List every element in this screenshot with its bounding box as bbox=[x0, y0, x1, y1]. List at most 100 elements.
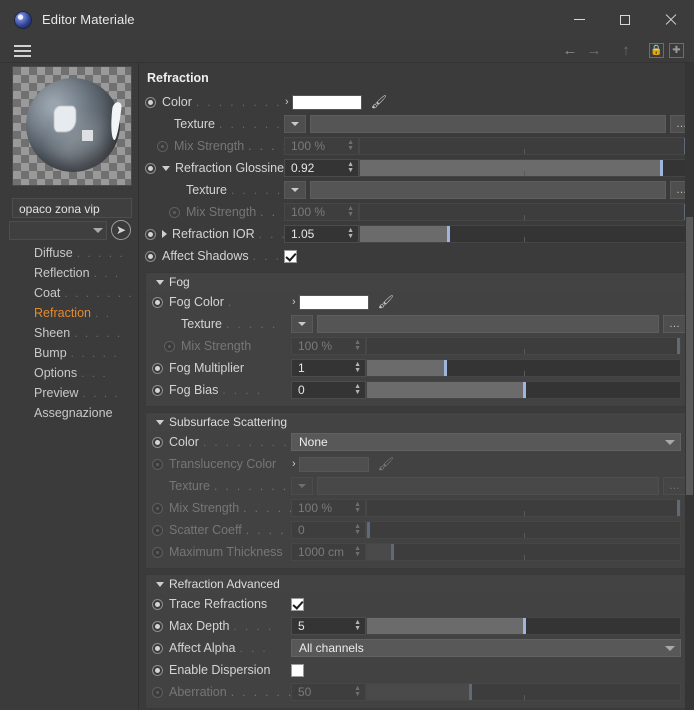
eyedropper-icon[interactable]: 🖌 bbox=[371, 94, 388, 110]
glossiness-mix-strength-slider[interactable] bbox=[359, 203, 688, 221]
refraction-ior-stepper[interactable]: ▲ ▼ bbox=[347, 227, 356, 240]
sidebar-item-sheen[interactable]: Sheen. . . . . bbox=[0, 323, 139, 343]
aberration-slider-handle[interactable] bbox=[469, 684, 473, 700]
chevron-down-icon[interactable] bbox=[162, 165, 170, 171]
group-header-refraction-advanced[interactable]: Refraction Advanced bbox=[146, 575, 687, 593]
toggle-sss-color-radio[interactable] bbox=[152, 436, 163, 448]
vertical-scrollbar[interactable] bbox=[685, 63, 694, 710]
translucency-color-swatch[interactable] bbox=[298, 456, 369, 472]
sss-mix-strength-stepper[interactable]: ▲ ▼ bbox=[354, 501, 363, 514]
max-depth-value-input[interactable]: 5 ▲ ▼ bbox=[291, 617, 366, 635]
max-depth-slider[interactable] bbox=[366, 617, 681, 635]
trace-refractions-checkbox[interactable] bbox=[291, 597, 304, 611]
sidebar-item-preview[interactable]: Preview. . . . bbox=[0, 383, 139, 403]
chevron-right-icon[interactable] bbox=[162, 230, 167, 238]
group-header-subsurface-scattering[interactable]: Subsurface Scattering bbox=[146, 413, 687, 431]
sidebar-item-assegnazione[interactable]: Assegnazione bbox=[0, 403, 139, 423]
lock-icon[interactable]: 🔒 bbox=[649, 43, 664, 58]
eyedropper-icon[interactable]: 🖌 bbox=[378, 294, 395, 310]
expand-color-arrow-icon[interactable]: › bbox=[292, 458, 296, 470]
scatter-coeff-value-input[interactable]: 0 ▲ ▼ bbox=[291, 521, 366, 539]
scatter-coeff-slider[interactable] bbox=[366, 521, 681, 539]
material-name-input[interactable]: opaco zona vip bbox=[12, 198, 132, 218]
toggle-glossiness-mix-strength-radio[interactable] bbox=[169, 206, 180, 218]
texture-type-dropdown[interactable] bbox=[284, 115, 306, 133]
fog-mix-strength-slider-handle[interactable] bbox=[676, 338, 680, 354]
fog-mix-strength-slider[interactable] bbox=[366, 337, 681, 355]
mix-strength-slider[interactable] bbox=[359, 137, 688, 155]
toggle-maximum-thickness-radio[interactable] bbox=[152, 546, 163, 558]
sidebar-item-reflection[interactable]: Reflection. . . bbox=[0, 263, 139, 283]
maximum-thickness-value-input[interactable]: 1000 cm ▲ ▼ bbox=[291, 543, 366, 561]
affect-alpha-dropdown[interactable]: All channels bbox=[291, 639, 681, 657]
glossiness-mix-strength-value-input[interactable]: 100 % ▲ ▼ bbox=[284, 203, 359, 221]
aberration-value-input[interactable]: 50 ▲ ▼ bbox=[291, 683, 366, 701]
glossiness-texture-path-field[interactable] bbox=[310, 181, 666, 199]
texture-path-field[interactable] bbox=[310, 115, 666, 133]
sss-mix-strength-value-input[interactable]: 100 % ▲ ▼ bbox=[291, 499, 366, 517]
toggle-scatter-coeff-radio[interactable] bbox=[152, 524, 163, 536]
maximum-thickness-slider-handle[interactable] bbox=[391, 544, 395, 560]
glossiness-texture-type-dropdown[interactable] bbox=[284, 181, 306, 199]
arrow-left-icon[interactable]: ← bbox=[559, 43, 581, 58]
toggle-color-radio[interactable] bbox=[145, 96, 156, 108]
enable-dispersion-checkbox[interactable] bbox=[291, 663, 304, 677]
maximum-thickness-slider[interactable] bbox=[366, 543, 681, 561]
toggle-mix-strength-radio[interactable] bbox=[157, 140, 168, 152]
toggle-affect-alpha-radio[interactable] bbox=[152, 642, 163, 654]
scrollbar-thumb[interactable] bbox=[686, 217, 693, 495]
sidebar-item-coat[interactable]: Coat. . . . . . . bbox=[0, 283, 139, 303]
affect-shadows-checkbox[interactable] bbox=[284, 249, 297, 263]
toggle-enable-dispersion-radio[interactable] bbox=[152, 664, 163, 676]
refraction-ior-slider-handle[interactable] bbox=[447, 226, 451, 242]
toggle-fog-color-radio[interactable] bbox=[152, 296, 163, 308]
color-swatch[interactable] bbox=[291, 94, 362, 110]
sss-texture-browse-button[interactable]: … bbox=[663, 477, 687, 495]
toggle-sss-mix-strength-radio[interactable] bbox=[152, 502, 163, 514]
sidebar-item-diffuse[interactable]: Diffuse. . . . . bbox=[0, 243, 139, 263]
fog-multiplier-stepper[interactable]: ▲ ▼ bbox=[354, 361, 363, 374]
max-depth-stepper[interactable]: ▲ ▼ bbox=[354, 619, 363, 632]
material-selector-dropdown[interactable] bbox=[9, 220, 107, 240]
material-preview-sphere[interactable] bbox=[12, 66, 132, 186]
refraction-ior-slider[interactable] bbox=[359, 225, 688, 243]
sidebar-item-options[interactable]: Options. . . bbox=[0, 363, 139, 383]
fog-mix-strength-stepper[interactable]: ▲ ▼ bbox=[354, 339, 363, 352]
group-header-fog[interactable]: Fog bbox=[146, 273, 687, 291]
pin-plus-icon[interactable]: ✚ bbox=[669, 43, 684, 58]
minimize-button[interactable] bbox=[556, 0, 602, 39]
refraction-glossiness-slider[interactable] bbox=[359, 159, 688, 177]
sss-mix-strength-slider-handle[interactable] bbox=[676, 500, 680, 516]
fog-bias-slider[interactable] bbox=[366, 381, 681, 399]
fog-multiplier-slider[interactable] bbox=[366, 359, 681, 377]
max-depth-slider-handle[interactable] bbox=[522, 618, 526, 634]
fog-bias-value-input[interactable]: 0 ▲ ▼ bbox=[291, 381, 366, 399]
sss-texture-path-field[interactable] bbox=[317, 477, 659, 495]
toggle-fog-multiplier-radio[interactable] bbox=[152, 362, 163, 374]
fog-bias-stepper[interactable]: ▲ ▼ bbox=[354, 383, 363, 396]
expand-color-arrow-icon[interactable]: › bbox=[292, 296, 296, 308]
sss-mix-strength-slider[interactable] bbox=[366, 499, 681, 517]
sidebar-item-refraction[interactable]: Refraction. . bbox=[0, 303, 139, 323]
mix-strength-stepper[interactable]: ▲ ▼ bbox=[347, 139, 356, 152]
refraction-ior-value-input[interactable]: 1.05 ▲ ▼ bbox=[284, 225, 359, 243]
aberration-stepper[interactable]: ▲ ▼ bbox=[354, 685, 363, 698]
refraction-glossiness-slider-handle[interactable] bbox=[659, 160, 663, 176]
fog-color-swatch[interactable] bbox=[298, 294, 369, 310]
refraction-glossiness-value-input[interactable]: 0.92 ▲ ▼ bbox=[284, 159, 359, 177]
fog-multiplier-slider-handle[interactable] bbox=[444, 360, 448, 376]
sss-color-dropdown[interactable]: None bbox=[291, 433, 681, 451]
expand-color-arrow-icon[interactable]: › bbox=[285, 96, 289, 108]
close-button[interactable] bbox=[648, 0, 694, 39]
scatter-coeff-slider-handle[interactable] bbox=[366, 522, 370, 538]
toggle-refraction-glossiness-radio[interactable] bbox=[145, 162, 156, 174]
maximize-button[interactable] bbox=[602, 0, 648, 39]
sidebar-item-bump[interactable]: Bump. . . . . bbox=[0, 343, 139, 363]
aberration-slider[interactable] bbox=[366, 683, 681, 701]
toggle-trace-refractions-radio[interactable] bbox=[152, 598, 163, 610]
toggle-fog-bias-radio[interactable] bbox=[152, 384, 163, 396]
fog-mix-strength-value-input[interactable]: 100 % ▲ ▼ bbox=[291, 337, 366, 355]
toggle-refraction-ior-radio[interactable] bbox=[145, 228, 156, 240]
scatter-coeff-stepper[interactable]: ▲ ▼ bbox=[354, 523, 363, 536]
hamburger-menu-icon[interactable] bbox=[14, 42, 31, 60]
